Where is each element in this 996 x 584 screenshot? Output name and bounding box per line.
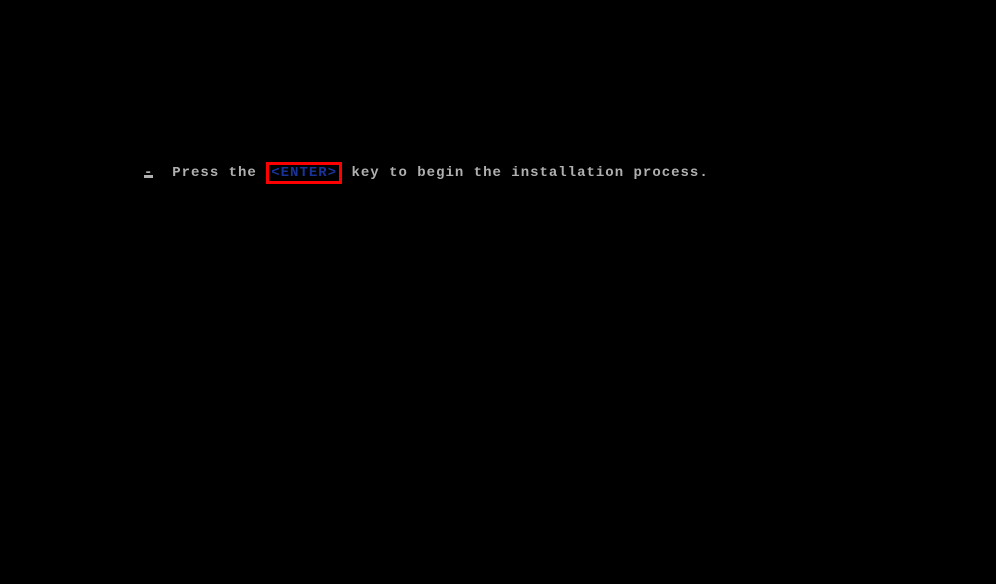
installation-prompt: - Press the <ENTER> key to begin the ins… — [144, 132, 709, 198]
enter-key-label: <ENTER> — [271, 165, 337, 181]
bullet: - — [144, 165, 153, 181]
prompt-line: - Press the <ENTER> key to begin the ins… — [144, 164, 709, 182]
text-before-content: Press the — [172, 165, 257, 181]
cursor-icon — [144, 175, 153, 178]
text-before — [153, 165, 172, 181]
enter-key-highlight[interactable]: <ENTER> — [266, 162, 342, 184]
text-after: key to begin the installation process. — [351, 165, 708, 181]
